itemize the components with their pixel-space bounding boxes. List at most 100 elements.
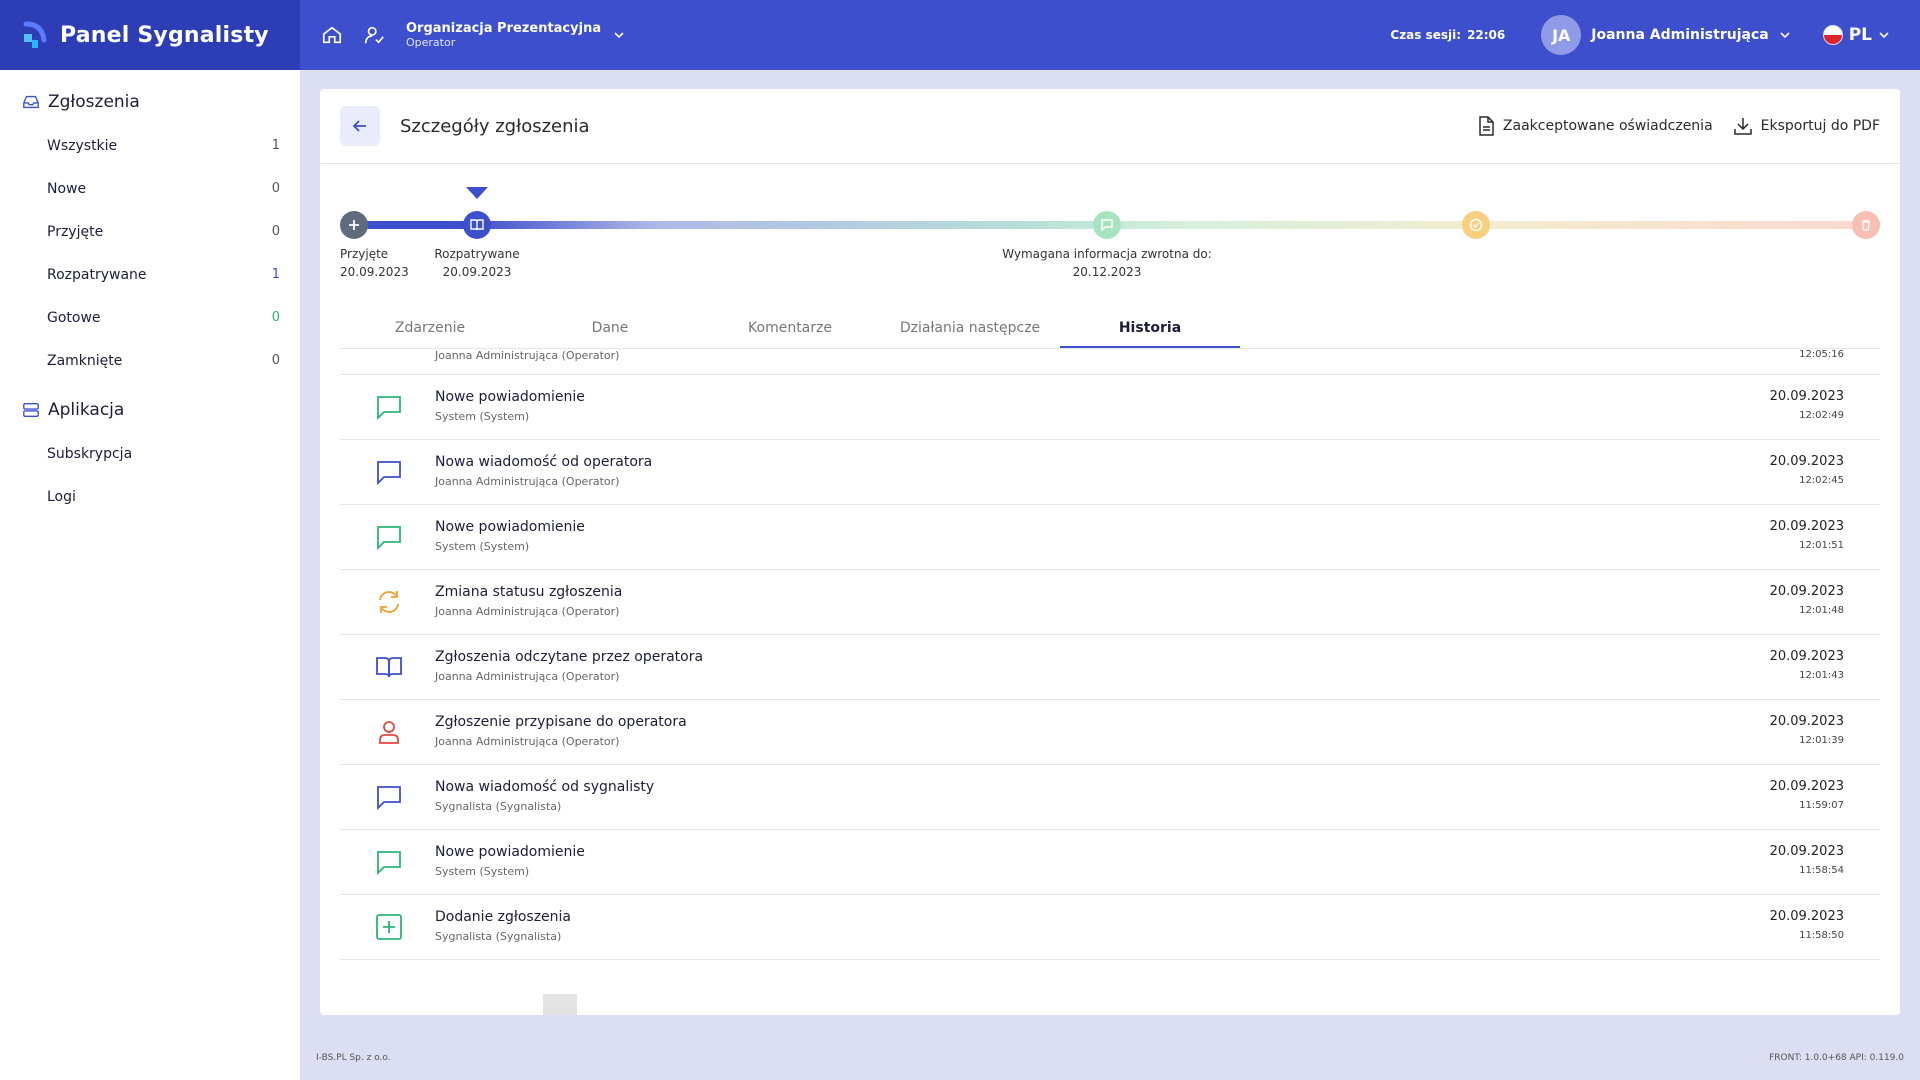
export-pdf-button[interactable]: Eksportuj do PDF xyxy=(1733,116,1880,136)
tab-event[interactable]: Zdarzenie xyxy=(340,307,520,348)
export-pdf-label: Eksportuj do PDF xyxy=(1760,118,1880,134)
sidebar-item-label: Zamknięte xyxy=(47,352,123,369)
history-item-title: Zgłoszenie przypisane do operatora xyxy=(435,714,687,730)
server-icon xyxy=(23,403,39,417)
language-selector[interactable]: PL xyxy=(1822,25,1890,45)
sidebar-item-all[interactable]: Wszystkie 1 xyxy=(0,124,300,167)
session-timer: Czas sesji: 22:06 xyxy=(1390,28,1505,42)
back-button[interactable] xyxy=(340,106,380,146)
timeline-step-label: Wymagana informacja zwrotna do: xyxy=(1002,247,1212,261)
organization-selector[interactable]: Organizacja Prezentacyjna Operator xyxy=(406,21,601,49)
chat-blue-icon xyxy=(377,786,401,811)
book-icon xyxy=(463,211,491,239)
language-label: PL xyxy=(1848,25,1872,45)
sidebar-item-label: Przyjęte xyxy=(47,223,104,240)
list-item: Nowe powiadomienie System (System) 20.09… xyxy=(340,830,1880,895)
history-item-title: Dodanie zgłoszenia xyxy=(435,909,572,925)
session-label: Czas sesji: xyxy=(1390,28,1462,42)
list-item: Nowa wiadomość od operatora Joanna Admin… xyxy=(340,440,1880,505)
list-item: Joanna Administrująca (Operator) 12:05:1… xyxy=(340,349,1880,375)
sidebar-item-logs[interactable]: Logi xyxy=(0,475,300,518)
sidebar-item-count: 0 xyxy=(271,353,280,368)
chat-icon xyxy=(1093,211,1121,239)
list-item: Zgłoszenie przypisane do operatora Joann… xyxy=(340,700,1880,765)
inbox-icon xyxy=(23,95,39,109)
history-item-author: Joanna Administrująca (Operator) xyxy=(435,349,620,362)
sidebar-item-count: 0 xyxy=(271,310,280,325)
sidebar-item-label: Rozpatrywane xyxy=(47,266,147,283)
history-item-date: 20.09.2023 xyxy=(1769,519,1844,534)
home-icon[interactable] xyxy=(318,21,346,49)
timeline-step-date: 20.09.2023 xyxy=(442,265,512,279)
chat-green-icon xyxy=(377,851,401,876)
accepted-statements-button[interactable]: Zaakceptowane oświadczenia xyxy=(1477,116,1713,136)
list-item: Dodanie zgłoszenia Sygnalista (Sygnalist… xyxy=(340,895,1880,960)
sidebar-item-label: Subskrypcja xyxy=(47,445,133,462)
list-item: Nowe powiadomienie System (System) 20.09… xyxy=(340,375,1880,440)
organization-icon xyxy=(360,21,388,49)
history-item-date: 20.09.2023 xyxy=(1769,779,1844,794)
chevron-down-icon[interactable] xyxy=(1779,29,1791,41)
status-timeline: Przyjęte 20.09.2023 Rozpatrywane 20.09.2… xyxy=(340,187,1880,301)
timeline-step-label: Rozpatrywane xyxy=(434,247,520,261)
report-details-card: Szczegóły zgłoszenia Zaakceptowane oświa… xyxy=(320,89,1900,1015)
chat-blue-icon xyxy=(377,461,401,486)
history-list[interactable]: Joanna Administrująca (Operator) 12:05:1… xyxy=(340,349,1880,989)
history-item-title: Nowe powiadomienie xyxy=(435,389,585,405)
history-item-time: 11:59:07 xyxy=(1799,800,1844,811)
list-item: Nowe powiadomienie System (System) 20.09… xyxy=(340,505,1880,570)
tab-follow-up-actions[interactable]: Działania następcze xyxy=(880,307,1060,348)
footer-company: I-BS.PL Sp. z o.o. xyxy=(316,1052,391,1063)
sidebar-item-subscription[interactable]: Subskrypcja xyxy=(0,432,300,475)
tab-comments[interactable]: Komentarze xyxy=(700,307,880,348)
footer: I-BS.PL Sp. z o.o. FRONT: 1.0.0+68 API: … xyxy=(300,1035,1920,1080)
refresh-orange-icon xyxy=(379,591,399,613)
sidebar-item-label: Nowe xyxy=(47,180,87,197)
history-item-date: 20.09.2023 xyxy=(1769,844,1844,859)
history-item-date: 20.09.2023 xyxy=(1769,649,1844,664)
history-item-author: Joanna Administrująca (Operator) xyxy=(435,475,620,488)
timeline-step-in-review: Rozpatrywane 20.09.2023 xyxy=(427,245,527,281)
download-icon xyxy=(1733,118,1752,135)
horizontal-scrollbar-thumb[interactable] xyxy=(543,994,577,1015)
history-item-title: Nowa wiadomość od sygnalisty xyxy=(435,779,655,795)
history-item-title: Nowe powiadomienie xyxy=(435,844,585,860)
history-item-time: 12:01:39 xyxy=(1799,735,1844,746)
document-icon xyxy=(1479,116,1494,136)
check-circle-icon xyxy=(1462,211,1490,239)
list-item: Zgłoszenia odczytane przez operatora Joa… xyxy=(340,635,1880,700)
plus-icon xyxy=(340,211,368,239)
sidebar-item-accepted[interactable]: Przyjęte 0 xyxy=(0,210,300,253)
history-item-date: 20.09.2023 xyxy=(1769,909,1844,924)
sidebar-item-label: Logi xyxy=(47,488,76,505)
footer-version: FRONT: 1.0.0+68 API: 0.119.0 xyxy=(1769,1052,1904,1063)
sidebar-item-ready[interactable]: Gotowe 0 xyxy=(0,296,300,339)
sidebar-section-reports: Zgłoszenia xyxy=(0,88,300,116)
timeline-step-accepted: Przyjęte 20.09.2023 xyxy=(340,245,409,281)
brand[interactable]: Panel Sygnalisty xyxy=(0,0,300,70)
sidebar-section-label: Aplikacja xyxy=(48,400,125,420)
session-time: 22:06 xyxy=(1467,28,1506,42)
timeline-step-feedback-deadline: Wymagana informacja zwrotna do: 20.12.20… xyxy=(997,245,1217,281)
avatar[interactable]: JA xyxy=(1541,15,1582,55)
chevron-down-icon[interactable] xyxy=(613,29,625,41)
history-item-author: Joanna Administrująca (Operator) xyxy=(435,735,620,748)
sidebar: Zgłoszenia Wszystkie 1 Nowe 0 Przyjęte 0… xyxy=(0,70,300,1080)
organization-name: Organizacja Prezentacyjna xyxy=(406,21,602,36)
page-title: Szczegóły zgłoszenia xyxy=(400,115,590,137)
top-bar: Panel Sygnalisty Organizacja Prezentacyj… xyxy=(0,0,1920,70)
sidebar-item-label: Gotowe xyxy=(47,309,101,326)
sidebar-item-count: 0 xyxy=(271,224,280,239)
sidebar-item-new[interactable]: Nowe 0 xyxy=(0,167,300,210)
history-item-author: Joanna Administrująca (Operator) xyxy=(435,670,620,683)
sidebar-item-in-review[interactable]: Rozpatrywane 1 xyxy=(0,253,300,296)
trash-icon xyxy=(1852,211,1880,239)
user-name[interactable]: Joanna Administrująca xyxy=(1591,27,1768,43)
tab-data[interactable]: Dane xyxy=(520,307,700,348)
list-item: Nowa wiadomość od sygnalisty Sygnalista … xyxy=(340,765,1880,830)
history-item-title: Nowa wiadomość od operatora xyxy=(435,454,653,470)
sidebar-item-closed[interactable]: Zamknięte 0 xyxy=(0,339,300,382)
history-item-time: 11:58:50 xyxy=(1799,930,1844,941)
brand-logo-icon xyxy=(23,21,47,48)
tab-history[interactable]: Historia xyxy=(1060,307,1240,348)
